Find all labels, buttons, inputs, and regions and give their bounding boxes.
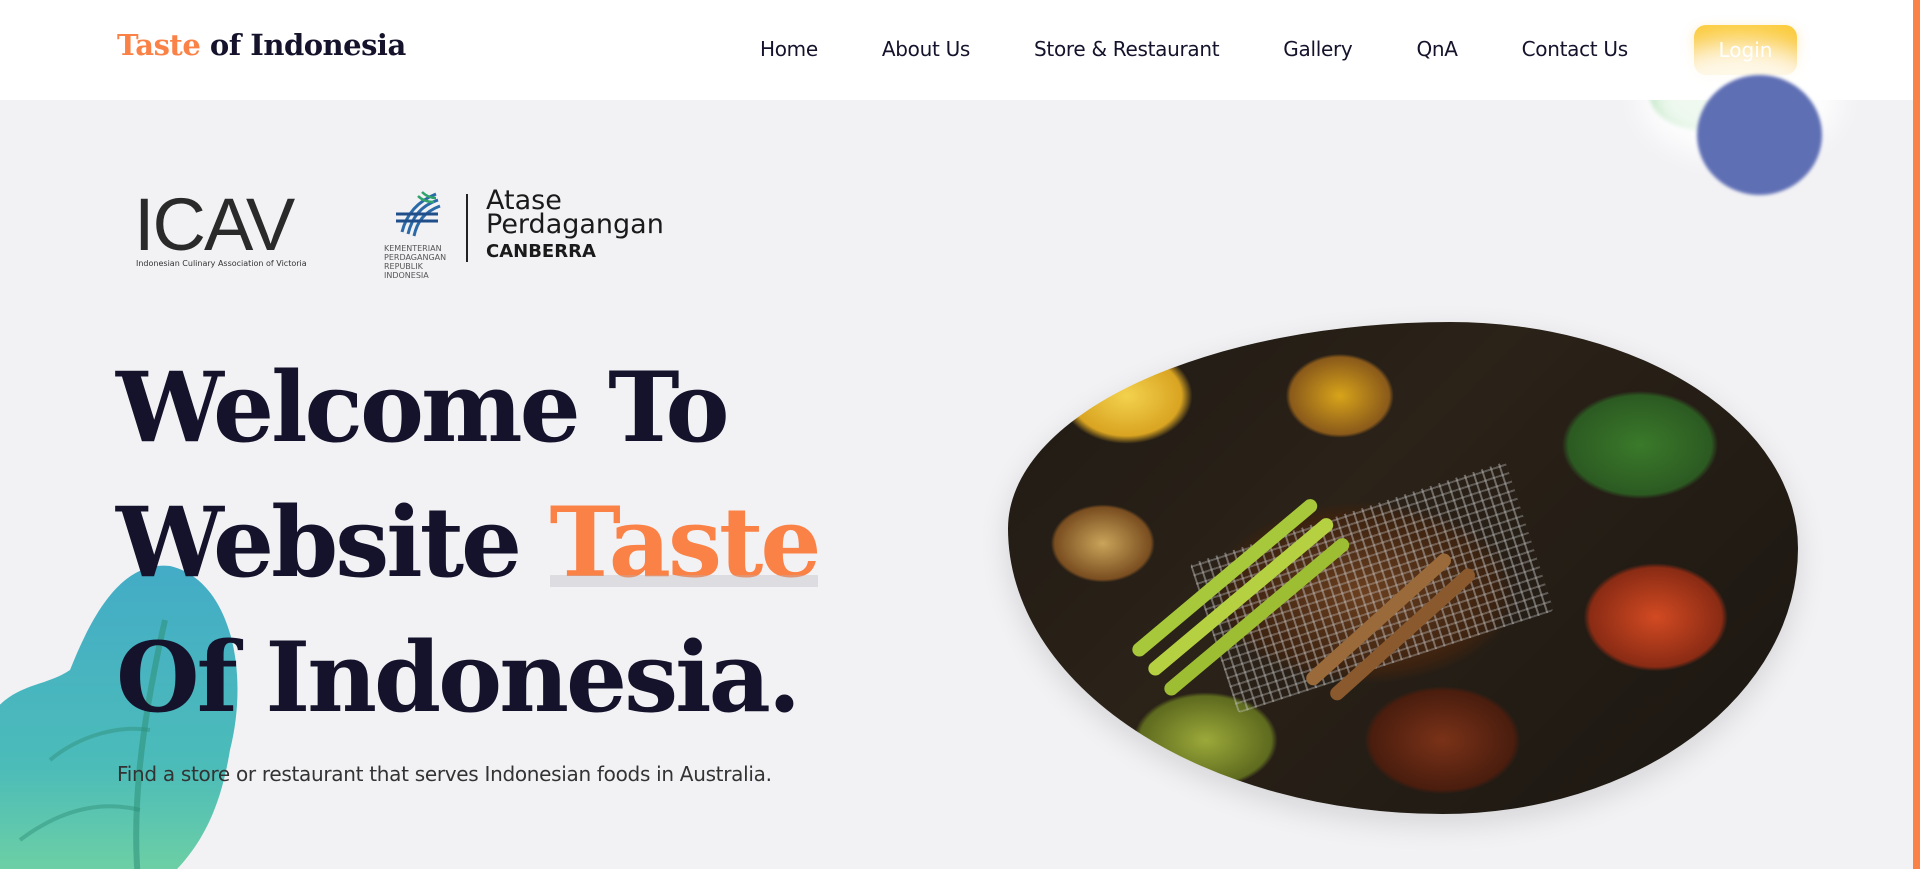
hero-title-line-1: Welcome To [116,351,730,464]
icav-letters: ICAV [134,183,295,266]
kemendag-caption: KEMENTERIAN PERDAGANGAN REPUBLIK INDONES… [384,244,447,280]
hero-subtitle: Find a store or restaurant that serves I… [117,762,772,786]
logo-accent: Taste [117,28,201,62]
nav-home[interactable]: Home [760,37,818,61]
logo-divider [466,194,468,262]
hero-title: Welcome To Website Taste Of Indonesia. [116,340,822,745]
nav-about-us[interactable]: About Us [882,37,970,61]
nav-qna[interactable]: QnA [1416,37,1458,61]
kemendag-mark: KEMENTERIAN PERDAGANGAN REPUBLIK INDONES… [384,188,454,280]
logo-text: of Indonesia [200,28,406,62]
hero-title-prefix: Website [116,486,550,599]
nav-contact-us[interactable]: Contact Us [1522,37,1629,61]
hero-title-accent: Taste [549,486,822,599]
partner-logos: ICAV Indonesian Culinary Association of … [134,187,664,280]
site-header: Taste of Indonesia Home About Us Store &… [0,0,1920,100]
site-logo[interactable]: Taste of Indonesia [117,28,406,62]
hero-title-line-3: Of Indonesia. [116,621,801,734]
nav-store-restaurant[interactable]: Store & Restaurant [1034,37,1220,61]
main-nav: Home About Us Store & Restaurant Gallery… [760,37,1628,61]
atase-line-2: Perdagangan [486,209,664,240]
nav-gallery[interactable]: Gallery [1283,37,1352,61]
icav-logo: ICAV Indonesian Culinary Association of … [134,188,314,272]
food-image [1008,322,1798,814]
atase-line-3: CANBERRA [486,241,596,262]
blue-blob-decoration [1697,75,1822,195]
scrollbar[interactable] [1913,0,1920,869]
hero-title-line-2: Website Taste [116,475,822,610]
kemendag-emblem-icon [396,191,441,237]
atase-text: Atase Perdagangan CANBERRA [486,187,664,267]
icav-caption: Indonesian Culinary Association of Victo… [136,259,307,268]
atase-perdagangan-logo: KEMENTERIAN PERDAGANGAN REPUBLIK INDONES… [384,187,664,280]
